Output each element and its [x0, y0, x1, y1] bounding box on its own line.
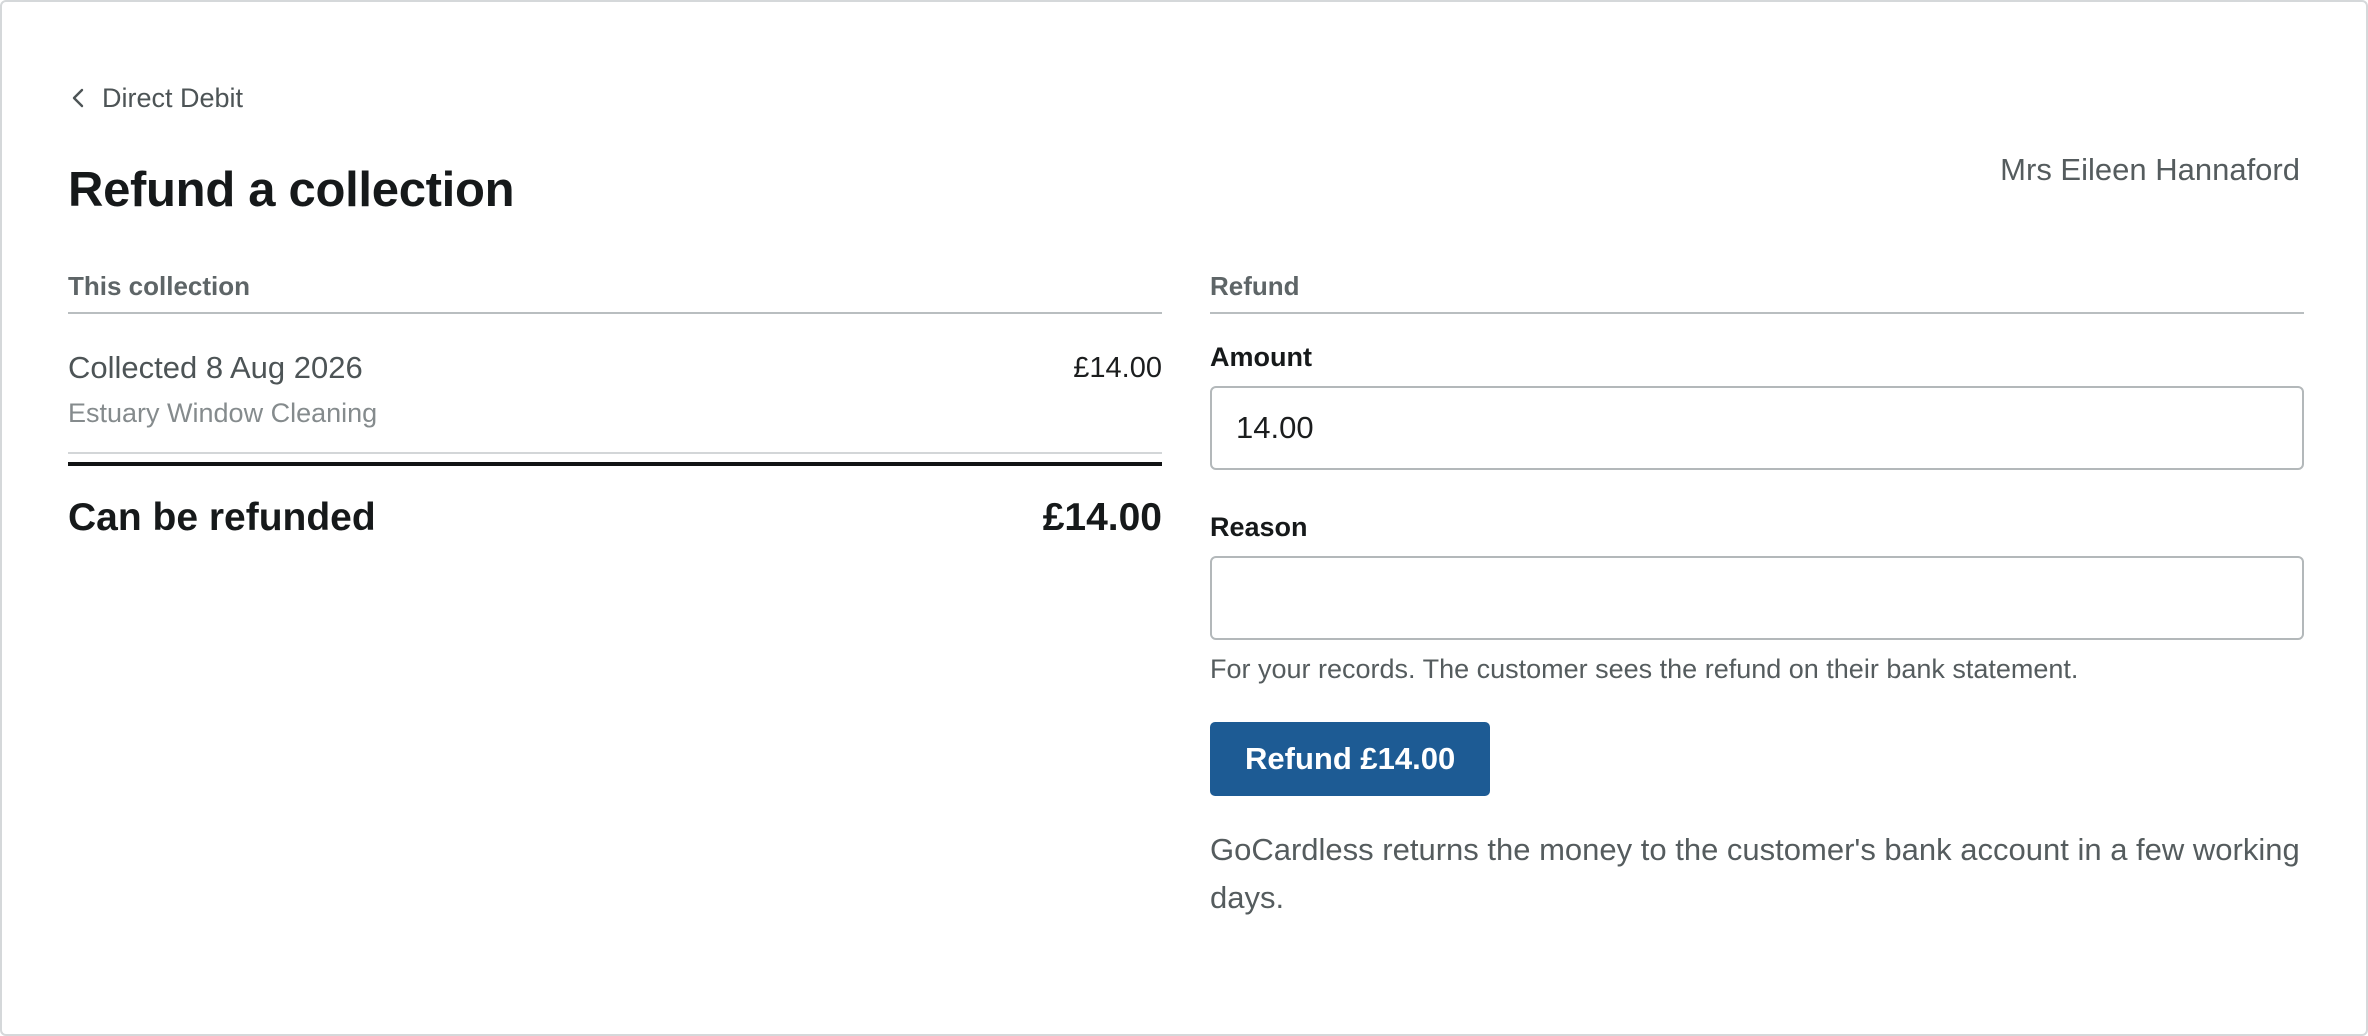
- refundable-amount: £14.00: [1042, 496, 1162, 539]
- refundable-total-row: Can be refunded £14.00: [68, 462, 1162, 552]
- refund-form: Refund Amount Reason For your records. T…: [1210, 268, 2304, 928]
- reason-hint: For your records. The customer sees the …: [1210, 654, 2079, 684]
- refundable-label: Can be refunded: [68, 496, 376, 539]
- customer-name: Mrs Eileen Hannaford: [2000, 152, 2300, 187]
- page-title: Refund a collection: [68, 163, 515, 217]
- collection-section-heading: This collection: [68, 268, 1162, 314]
- amount-label: Amount: [1210, 342, 1312, 372]
- back-link-label: Direct Debit: [102, 82, 244, 113]
- refund-footnote: GoCardless returns the money to the cust…: [1210, 832, 2300, 915]
- back-link-direct-debit[interactable]: Direct Debit: [68, 78, 243, 118]
- collection-payee: Estuary Window Cleaning: [68, 398, 378, 428]
- refund-submit-button[interactable]: Refund £14.00: [1210, 722, 1491, 796]
- page-frame: Direct Debit Refund a collection Mrs Eil…: [0, 0, 2368, 1036]
- chevron-left-icon: [68, 86, 88, 110]
- collection-date: Collected 8 Aug 2026: [68, 350, 363, 385]
- collection-summary: This collection Collected 8 Aug 2026 £14…: [68, 268, 1162, 552]
- collection-row: Collected 8 Aug 2026 £14.00 Estuary Wind…: [68, 314, 1162, 454]
- reason-input[interactable]: [1210, 556, 2304, 640]
- reason-label: Reason: [1210, 512, 1308, 542]
- collection-amount: £14.00: [1073, 352, 1162, 384]
- amount-input[interactable]: [1210, 386, 2304, 470]
- refund-section-heading: Refund: [1210, 268, 2304, 314]
